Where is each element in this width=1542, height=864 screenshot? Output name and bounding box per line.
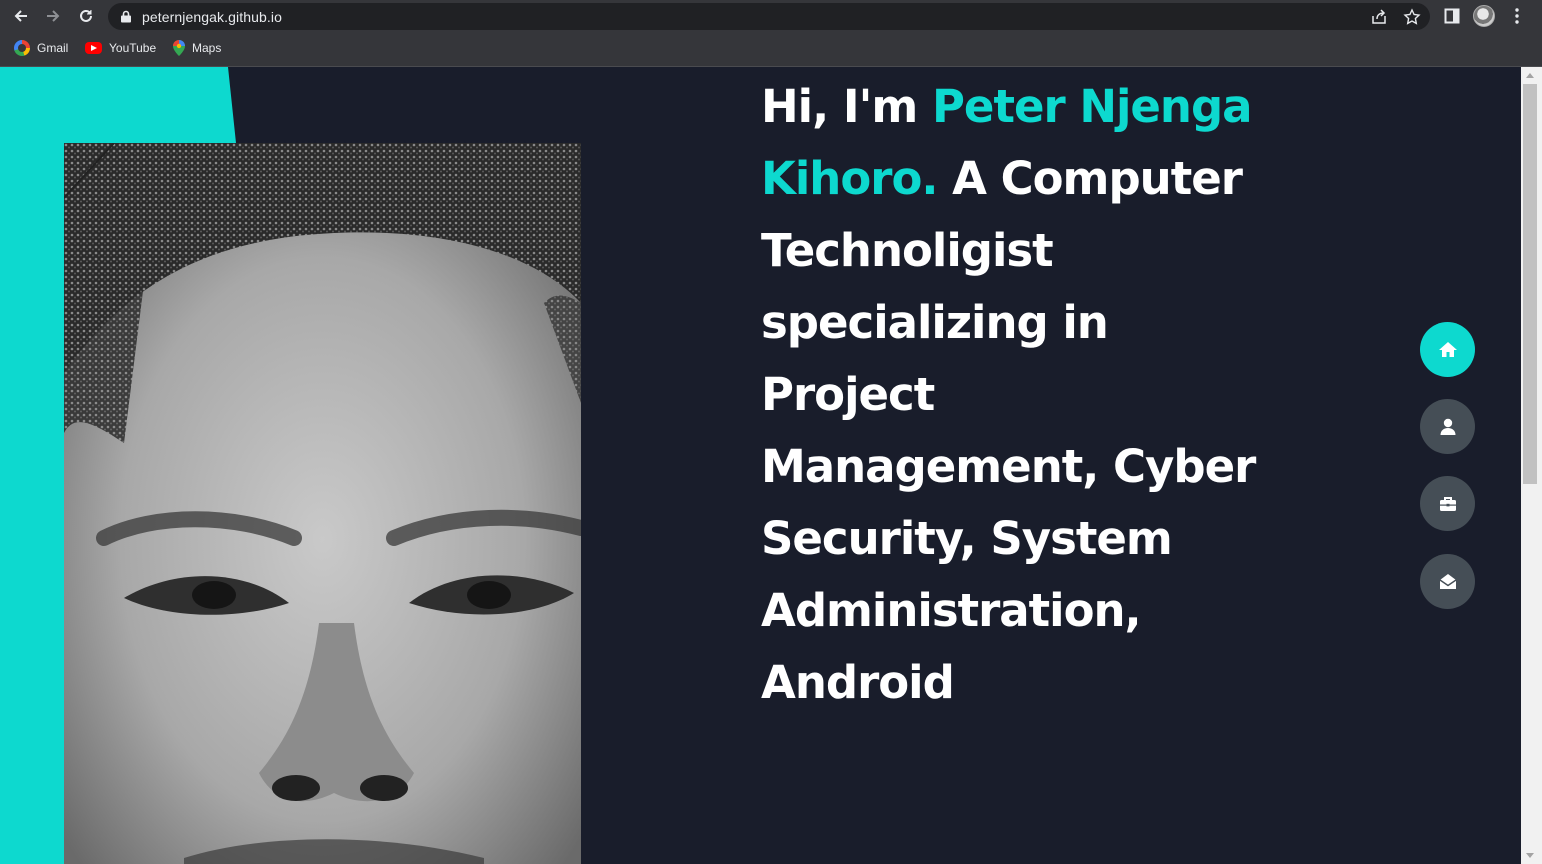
- page-content: Hi, I'm Peter Njenga Kihoro. A Computer …: [0, 67, 1521, 864]
- star-icon[interactable]: [1403, 8, 1421, 26]
- user-icon: [1440, 418, 1455, 435]
- nav-home-button[interactable]: [1420, 322, 1475, 377]
- bookmark-label: YouTube: [109, 41, 157, 55]
- arrow-left-icon: [14, 10, 27, 22]
- nav-contact-button[interactable]: [1420, 554, 1475, 609]
- nav-about-button[interactable]: [1420, 399, 1475, 454]
- bookmark-label: Maps: [192, 41, 222, 55]
- url-text[interactable]: peternjengak.github.io: [142, 9, 282, 25]
- profile-avatar[interactable]: [1473, 5, 1495, 27]
- browser-toolbar: peternjengak.github.io: [0, 0, 1542, 33]
- bookmark-maps[interactable]: Maps: [173, 38, 221, 58]
- bookmarks-bar: Gmail YouTube Maps: [0, 36, 1542, 60]
- hero-tagline: A Computer Technoligist specializing in …: [761, 152, 1256, 709]
- home-icon: [1438, 341, 1457, 357]
- forward-button[interactable]: [41, 5, 65, 27]
- bookmark-label: Gmail: [37, 41, 69, 55]
- google-icon: [14, 40, 30, 56]
- portrait-image: [64, 143, 581, 864]
- maps-icon: [173, 40, 185, 56]
- bookmark-gmail[interactable]: Gmail: [14, 38, 68, 58]
- reload-button[interactable]: [74, 5, 98, 27]
- browser-menu-button[interactable]: [1507, 6, 1527, 26]
- hero-headline: Hi, I'm Peter Njenga Kihoro. A Computer …: [761, 71, 1281, 719]
- lock-icon: [121, 10, 131, 23]
- reload-icon: [80, 9, 92, 22]
- bookmark-youtube[interactable]: YouTube: [85, 38, 156, 58]
- back-button[interactable]: [9, 5, 33, 27]
- profile-photo: [64, 143, 581, 864]
- youtube-icon: [85, 42, 102, 54]
- more-vert-icon: [1515, 8, 1519, 24]
- scroll-down-arrow[interactable]: [1526, 853, 1534, 858]
- share-icon[interactable]: [1370, 8, 1388, 26]
- address-bar[interactable]: peternjengak.github.io: [108, 3, 1430, 30]
- side-panel-icon: [1444, 8, 1460, 24]
- briefcase-icon: [1439, 496, 1456, 511]
- side-panel-button[interactable]: [1442, 6, 1462, 26]
- nav-portfolio-button[interactable]: [1420, 476, 1475, 531]
- browser-chrome: peternjengak.github.io Gmail YouTube Map…: [0, 0, 1542, 67]
- hero-greeting: Hi, I'm: [761, 80, 932, 133]
- envelope-open-icon: [1439, 573, 1456, 589]
- scroll-up-arrow[interactable]: [1526, 73, 1534, 78]
- arrow-right-icon: [47, 10, 60, 22]
- scroll-thumb[interactable]: [1523, 84, 1537, 484]
- page-scrollbar[interactable]: [1521, 67, 1542, 864]
